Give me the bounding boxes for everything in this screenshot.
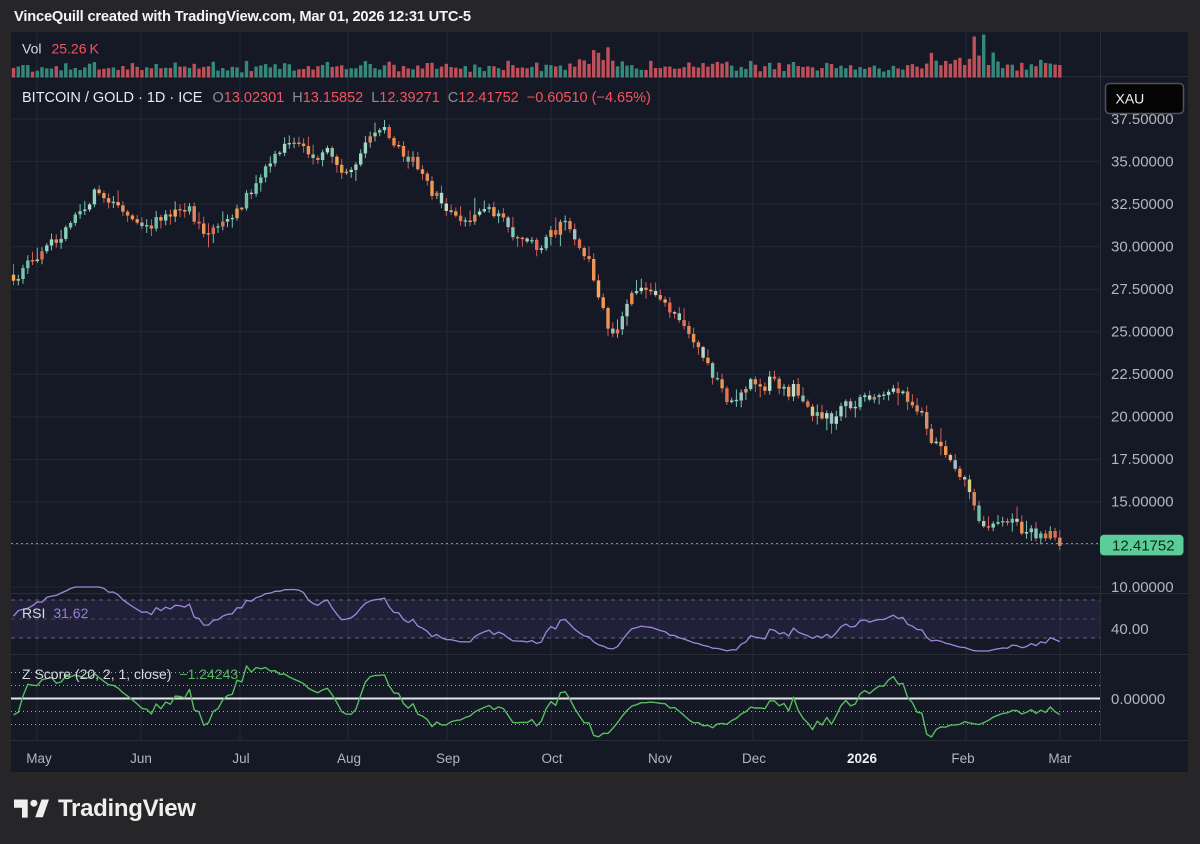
svg-text:22.50000: 22.50000 — [1111, 366, 1174, 383]
svg-text:30.00000: 30.00000 — [1111, 239, 1174, 256]
svg-text:Feb: Feb — [951, 751, 974, 766]
svg-text:Jun: Jun — [130, 751, 152, 766]
svg-text:May: May — [26, 751, 52, 766]
svg-text:40.00: 40.00 — [1111, 621, 1149, 638]
svg-text:RSI31.62: RSI31.62 — [22, 605, 89, 621]
svg-text:Aug: Aug — [337, 751, 361, 766]
svg-text:35.00000: 35.00000 — [1111, 154, 1174, 171]
svg-text:XAU: XAU — [1116, 91, 1145, 107]
svg-text:Oct: Oct — [541, 751, 562, 766]
svg-text:10.00000: 10.00000 — [1111, 579, 1174, 596]
svg-text:Z Score (20, 2, 1, close)−1.24: Z Score (20, 2, 1, close)−1.24243 — [22, 666, 238, 682]
svg-text:Nov: Nov — [648, 751, 672, 766]
svg-text:2026: 2026 — [847, 751, 878, 766]
svg-text:32.50000: 32.50000 — [1111, 196, 1174, 213]
svg-text:25.00000: 25.00000 — [1111, 324, 1174, 341]
svg-text:27.50000: 27.50000 — [1111, 281, 1174, 298]
svg-text:BITCOIN / GOLD · 1D · ICEO13.0: BITCOIN / GOLD · 1D · ICEO13.02301H13.15… — [22, 90, 651, 106]
svg-text:20.00000: 20.00000 — [1111, 409, 1174, 426]
svg-text:12.41752: 12.41752 — [1112, 538, 1175, 555]
svg-text:0.00000: 0.00000 — [1111, 691, 1165, 708]
svg-text:Sep: Sep — [436, 751, 460, 766]
svg-text:Mar: Mar — [1048, 751, 1072, 766]
svg-text:Dec: Dec — [742, 751, 766, 766]
svg-text:17.50000: 17.50000 — [1111, 451, 1174, 468]
svg-text:15.00000: 15.00000 — [1111, 494, 1174, 511]
svg-text:Jul: Jul — [232, 751, 249, 766]
